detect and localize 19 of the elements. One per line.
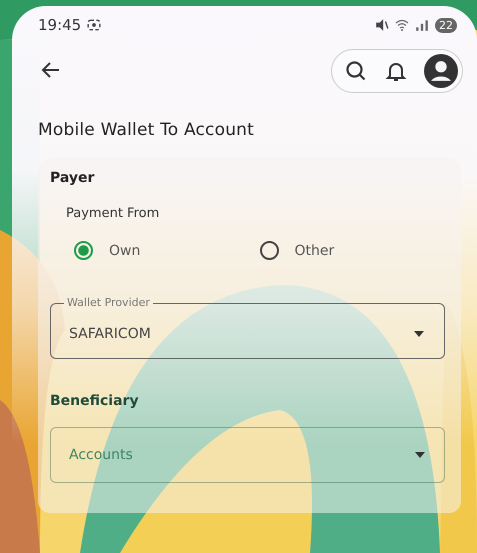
floating-label: Wallet Provider [66, 296, 151, 310]
caret-icon [414, 330, 424, 336]
section-heading: Payer [50, 170, 96, 186]
field-label: Payment From [66, 206, 160, 221]
radio-button[interactable] [74, 241, 93, 260]
dropdown-value: SAFARICOM [69, 326, 152, 342]
search-icon[interactable] [344, 59, 368, 83]
screen-record-icon [87, 18, 102, 32]
profile-icon[interactable] [424, 54, 458, 88]
mute-icon [375, 18, 389, 32]
wifi-icon [395, 18, 409, 32]
section-heading: Beneficiary [50, 392, 140, 408]
radio-button[interactable] [260, 241, 278, 260]
signal-icon [415, 18, 429, 32]
caret-icon [415, 452, 425, 458]
radio-label: Other [294, 242, 334, 258]
page-title: Mobile Wallet To Account [38, 120, 256, 140]
status-time: 19:45 [38, 16, 82, 34]
radio-label: Own [109, 242, 140, 258]
